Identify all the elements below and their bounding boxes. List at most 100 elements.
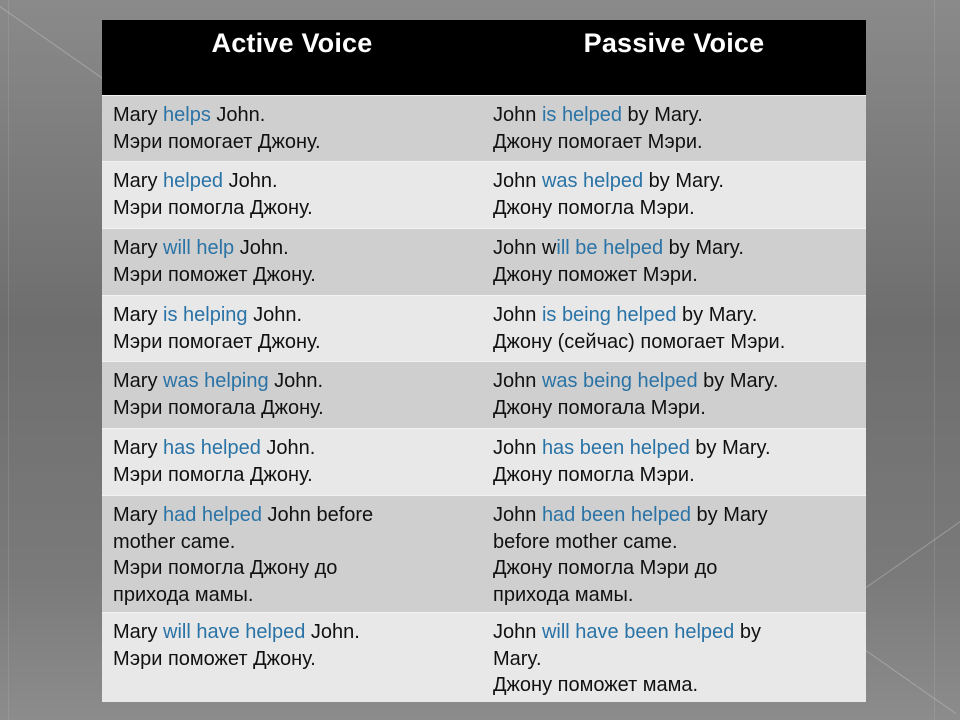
- sentence-line: Mary is helping John.: [113, 302, 472, 329]
- sentence-line: Мэри помогла Джону.: [113, 195, 472, 222]
- text-plain: Джону помогла Мэри.: [493, 463, 695, 486]
- passive-voice-cell: John is being helped by Mary. Джону (сейч…: [482, 295, 866, 362]
- sentence-line: Джону (сейчас) помогает Мэри.: [493, 329, 856, 356]
- text-plain: John: [493, 437, 542, 459]
- verb-highlight: was helped: [541, 170, 644, 192]
- text-plain: mother came.: [113, 530, 236, 553]
- sentence-line: John has been helped by Mary.: [493, 435, 856, 462]
- text-plain: by Mary.: [697, 370, 779, 392]
- verb-highlight: had been helped: [541, 504, 691, 526]
- table-row: Mary had helped John before mother came. М…: [102, 495, 866, 613]
- text-plain: by Mary.: [676, 304, 758, 326]
- sentence-line: John will be helped by Mary.: [493, 235, 856, 262]
- sentence-line: John is helped by Mary.: [493, 102, 856, 129]
- sentence-line: Mary helped John.: [113, 168, 472, 195]
- sentence-line: Mary was helping John.: [113, 368, 472, 395]
- text-plain: прихода мамы.: [113, 583, 254, 606]
- sentence-line: John had been helped by Mary: [493, 502, 856, 529]
- text-plain: Mary: [113, 437, 163, 459]
- verb-highlight: ill be helped: [556, 237, 664, 259]
- verb-highlight: is being helped: [541, 304, 677, 326]
- verb-highlight: has helped: [163, 437, 261, 459]
- text-plain: Джону (сейчас) помогает Мэри.: [493, 330, 786, 353]
- table-row: Mary helps John. Мэри помогает Джону. John…: [102, 95, 866, 162]
- sentence-line: Джону поможет Мэри.: [493, 262, 856, 289]
- text-plain: Джону помогала Мэри.: [493, 396, 706, 419]
- table-row: Mary is helping John. Мэри помогает Джону…: [102, 295, 866, 362]
- text-plain: Mary: [113, 621, 163, 643]
- verb-highlight: had helped: [163, 504, 262, 526]
- text-plain: Mary.: [493, 647, 542, 670]
- text-plain: Мэри помогает Джону.: [113, 130, 321, 153]
- table-row: Mary helped John. Мэри помогла Джону. John…: [102, 161, 866, 229]
- text-plain: John: [493, 104, 542, 126]
- text-plain: by Mary.: [689, 437, 771, 459]
- sentence-line: Mary.: [493, 646, 856, 673]
- sentence-line: Mary had helped John before: [113, 502, 472, 529]
- verb-highlight: has been helped: [541, 437, 690, 459]
- verb-highlight: helps: [163, 104, 211, 126]
- text-plain: Джону помогает Мэри.: [493, 130, 703, 153]
- sentence-line: Джону помогла Мэри до: [493, 555, 856, 582]
- sentence-line: Мэри поможет Джону.: [113, 262, 472, 289]
- sentence-line: John was helped by Mary.: [493, 168, 856, 195]
- sentence-line: Мэри помогала Джону.: [113, 395, 472, 422]
- sentence-line: прихода мамы.: [113, 582, 472, 609]
- sentence-line: John was being helped by Mary.: [493, 368, 856, 395]
- table-body: Mary helps John. Мэри помогает Джону. John…: [102, 95, 866, 702]
- header-passive-voice: Passive Voice: [482, 20, 866, 96]
- sentence-line: Джону поможет мама.: [493, 672, 856, 699]
- text-plain: John: [493, 170, 542, 192]
- verb-highlight: was helping: [163, 370, 269, 392]
- sentence-line: Мэри помогла Джону до: [113, 555, 472, 582]
- verb-highlight: was being helped: [541, 370, 698, 392]
- text-plain: by Mary.: [643, 170, 724, 192]
- verb-highlight: is helped: [541, 104, 622, 126]
- text-plain: Джону поможет мама.: [493, 674, 699, 696]
- passive-voice-cell: John is helped by Mary. Джону помогает Мэ…: [482, 95, 866, 162]
- text-plain: John.: [234, 237, 289, 259]
- text-plain: Mary: [113, 304, 163, 326]
- text-plain: John.: [268, 370, 324, 392]
- text-plain: John.: [260, 437, 316, 459]
- active-voice-cell: Mary had helped John before mother came. М…: [102, 495, 482, 613]
- text-plain: Джону поможет Мэри.: [493, 263, 698, 286]
- text-plain: before mother came.: [493, 530, 678, 553]
- table-row: Mary will have helped John. Мэри поможет …: [102, 612, 866, 702]
- text-plain: Mary: [113, 104, 163, 126]
- text-plain: Мэри помогла Джону.: [113, 463, 313, 486]
- text-plain: Мэри помогла Джону.: [113, 196, 313, 219]
- verb-highlight: is helping: [163, 304, 248, 326]
- sentence-line: Мэри помогает Джону.: [113, 129, 472, 156]
- sentence-line: Mary helps John.: [113, 102, 472, 129]
- text-plain: John: [493, 504, 542, 526]
- passive-voice-cell: John had been helped by Mary before mothe…: [482, 495, 866, 613]
- passive-voice-cell: John was helped by Mary. Джону помогла Мэ…: [482, 161, 866, 229]
- text-plain: Мэри поможет Джону.: [113, 647, 316, 670]
- passive-voice-cell: John has been helped by Mary. Джону помог…: [482, 428, 866, 496]
- text-plain: John: [493, 370, 542, 392]
- verb-highlight: will help: [163, 237, 235, 259]
- active-voice-cell: Mary will help John. Мэри поможет Джону.: [102, 228, 482, 296]
- active-voice-cell: Mary was helping John. Мэри помогала Джон…: [102, 361, 482, 429]
- sentence-line: Джону помогает Мэри.: [493, 129, 856, 156]
- sentence-line: Mary will help John.: [113, 235, 472, 262]
- active-voice-cell: Mary has helped John. Мэри помогла Джону.: [102, 428, 482, 496]
- text-plain: Джону помогла Мэри.: [493, 196, 695, 219]
- text-plain: John.: [223, 170, 278, 192]
- text-plain: Mary: [113, 237, 163, 259]
- text-plain: Mary: [113, 504, 163, 526]
- text-plain: by Mary.: [622, 104, 703, 126]
- passive-voice-cell: John will have been helped by Mary. Джону …: [482, 612, 866, 702]
- text-plain: by Mary.: [663, 237, 744, 259]
- table-row: Mary has helped John. Мэри помогла Джону.…: [102, 428, 866, 496]
- sentence-line: Джону помогла Мэри.: [493, 195, 856, 222]
- sentence-line: Mary has helped John.: [113, 435, 472, 462]
- text-plain: by Mary: [690, 504, 768, 526]
- table-row: Mary was helping John. Мэри помогала Джон…: [102, 361, 866, 429]
- sentence-line: John will have been helped by: [493, 619, 856, 646]
- sentence-line: Джону помогала Мэри.: [493, 395, 856, 422]
- header-active-voice: Active Voice: [102, 20, 482, 96]
- text-plain: Джону помогла Мэри до: [493, 557, 718, 579]
- text-plain: прихода мамы.: [493, 583, 634, 606]
